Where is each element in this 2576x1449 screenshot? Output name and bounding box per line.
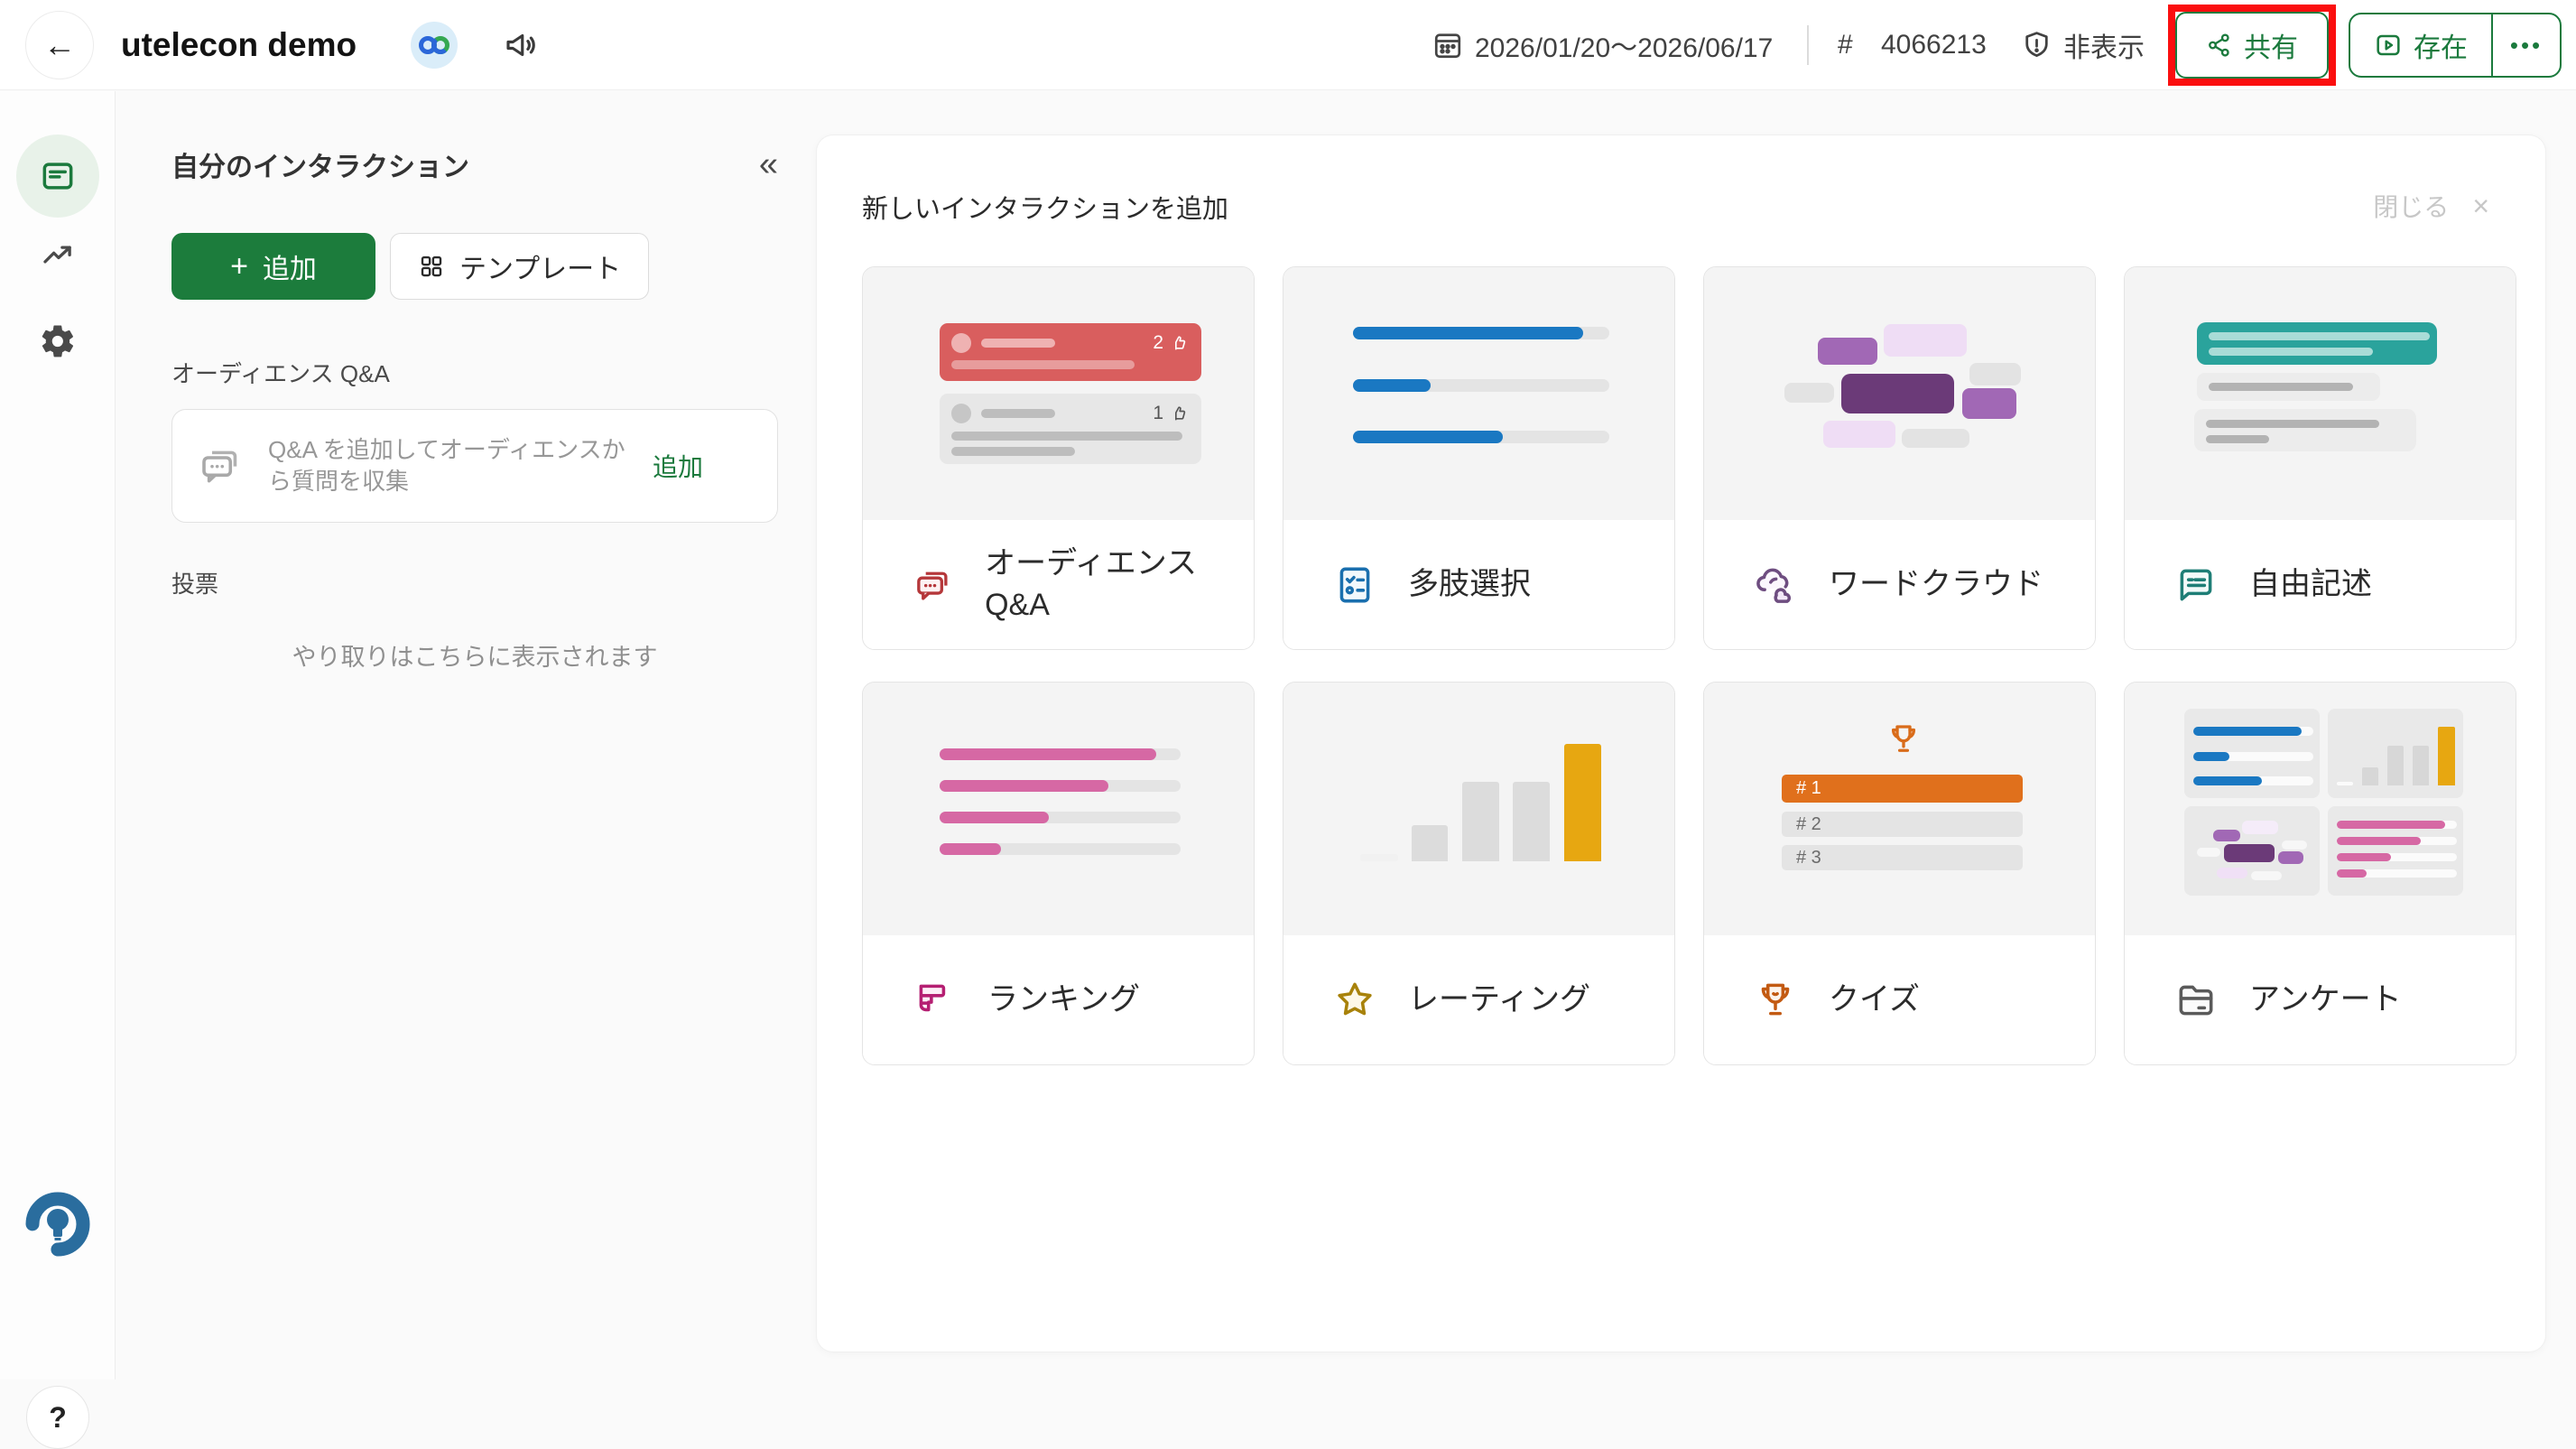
polls-empty-text: やり取りはこちらに表示されます [171, 637, 778, 673]
present-button-group: 存在 ••• [2349, 13, 2562, 78]
add-interaction-button[interactable]: + 追加 [171, 233, 375, 300]
share-button-label: 共有 [2244, 25, 2298, 65]
type-label: ワードクラウド [1829, 564, 2043, 606]
session-code: 4066213 [1881, 0, 1987, 90]
open-preview [2125, 267, 2516, 520]
type-label: 多肢選択 [1408, 564, 1531, 606]
polls-section-label: 投票 [171, 566, 778, 599]
share-button[interactable]: 共有 [2175, 12, 2329, 79]
type-label: アンケート [2249, 980, 2402, 1021]
quiz-type-icon [1753, 978, 1798, 1023]
open-ended-type-icon [2173, 562, 2219, 608]
qa-second-vote-count: 1 [1153, 403, 1163, 424]
card-word-cloud[interactable]: ワードクラウド [1703, 266, 2096, 650]
qa-section-label: オーディエンス Q&A [171, 356, 778, 389]
card-rating[interactable]: レーティング [1283, 682, 1675, 1065]
rail-item-settings[interactable] [39, 322, 77, 360]
question-mark-icon: ? [49, 1401, 67, 1435]
qa-type-icon [912, 562, 954, 608]
rail-item-analytics[interactable] [39, 236, 77, 274]
qa-bubbles-icon [196, 441, 245, 490]
rail-item-interactions[interactable] [16, 135, 99, 218]
hash-icon: # [1838, 0, 1853, 90]
add-button-label: 追加 [263, 246, 317, 286]
top-bar: ← utelecon demo 2026/01/20～2026/06/17 # … [0, 0, 2576, 90]
quiz-rank-2: # 2 [1782, 812, 2023, 837]
type-label: クイズ [1829, 980, 1920, 1021]
card-audience-qa[interactable]: 2 1 [862, 266, 1255, 650]
hidden-toggle[interactable]: 非表示 [2063, 0, 2145, 90]
quiz-trophy-glyph [1885, 720, 1923, 758]
card-multiple-choice[interactable]: 多肢選択 [1283, 266, 1675, 650]
quiz-rank-3: # 3 [1782, 845, 2023, 870]
type-label: 自由記述 [2249, 564, 2372, 606]
word-cloud-type-icon [1753, 562, 1798, 608]
card-survey[interactable]: アンケート [2124, 682, 2516, 1065]
type-label: レーティング [1408, 980, 1590, 1021]
calendar-icon [1432, 0, 1464, 90]
close-x-icon[interactable]: × [2472, 190, 2489, 223]
brand-logo [19, 1185, 97, 1263]
qa-top-vote-count: 2 [1153, 332, 1163, 354]
page-title: utelecon demo [121, 0, 357, 90]
topbar-divider [1807, 25, 1809, 65]
interactions-sidebar: 自分のインタラクション « + 追加 テンプレート オーディエンス Q&A Q&… [171, 144, 778, 673]
back-button[interactable]: ← [25, 11, 94, 79]
date-range: 2026/01/20～2026/06/17 [1475, 0, 1773, 90]
help-button[interactable]: ? [26, 1386, 89, 1449]
present-button-label: 存在 [2414, 25, 2468, 65]
back-arrow-icon: ← [43, 26, 76, 64]
type-label: ランキング [987, 980, 1140, 1021]
choice-preview [1283, 267, 1674, 520]
card-open-ended[interactable]: 自由記述 [2124, 266, 2516, 650]
quiz-preview: # 1 # 2 # 3 [1704, 683, 2095, 935]
plus-icon: + [230, 249, 248, 284]
collapse-sidebar-button[interactable]: « [759, 147, 778, 181]
bulb-logo-icon [19, 1185, 97, 1263]
card-quiz[interactable]: # 1 # 2 # 3 クイズ [1703, 682, 2096, 1065]
shield-alert-icon [2020, 0, 2053, 90]
present-button[interactable]: 存在 [2350, 14, 2493, 76]
card-ranking[interactable]: ランキング [862, 682, 1255, 1065]
webex-badge[interactable] [411, 22, 458, 69]
qa-add-link[interactable]: 追加 [653, 448, 703, 484]
panel-title: 新しいインタラクションを追加 [862, 188, 1228, 226]
cloud-preview [1704, 267, 2095, 520]
quiz-rank-1: # 1 [1782, 775, 2023, 803]
share-icon [2206, 32, 2233, 59]
multiple-choice-type-icon [1332, 562, 1377, 608]
rating-type-icon [1332, 978, 1377, 1023]
survey-preview [2125, 683, 2516, 935]
sidebar-title: 自分のインタラクション [171, 144, 469, 184]
webex-logo-icon [419, 34, 449, 56]
survey-type-icon [2173, 978, 2219, 1023]
interaction-type-grid: 2 1 [862, 266, 2516, 1065]
annotation-highlight-box: 共有 [2168, 5, 2336, 86]
rating-preview [1283, 683, 1674, 935]
template-grid-icon [418, 253, 445, 280]
thumbs-up-icon [1171, 404, 1189, 423]
present-icon [2374, 31, 2403, 60]
ranking-preview [863, 683, 1254, 935]
qa-add-card[interactable]: Q&A を追加してオーディエンスから質問を収集 追加 [171, 409, 778, 523]
gear-icon [39, 322, 77, 360]
more-options-button[interactable]: ••• [2493, 14, 2560, 76]
left-rail: ? [0, 91, 116, 1379]
templates-button[interactable]: テンプレート [390, 233, 649, 300]
trending-up-icon [39, 236, 77, 274]
close-label[interactable]: 閉じる [2373, 188, 2449, 224]
add-interaction-panel: 新しいインタラクションを追加 閉じる × 2 [817, 135, 2545, 1351]
ranking-type-icon [912, 978, 957, 1023]
slides-icon [38, 156, 78, 196]
qa-preview: 2 1 [863, 267, 1254, 520]
announcement-speaker-icon[interactable] [502, 26, 540, 69]
type-label: オーディエンス Q&A [985, 543, 1254, 627]
qa-hint-text: Q&A を追加してオーディエンスから質問を収集 [268, 434, 629, 497]
templates-button-label: テンプレート [459, 246, 621, 286]
thumbs-up-icon [1171, 334, 1189, 352]
